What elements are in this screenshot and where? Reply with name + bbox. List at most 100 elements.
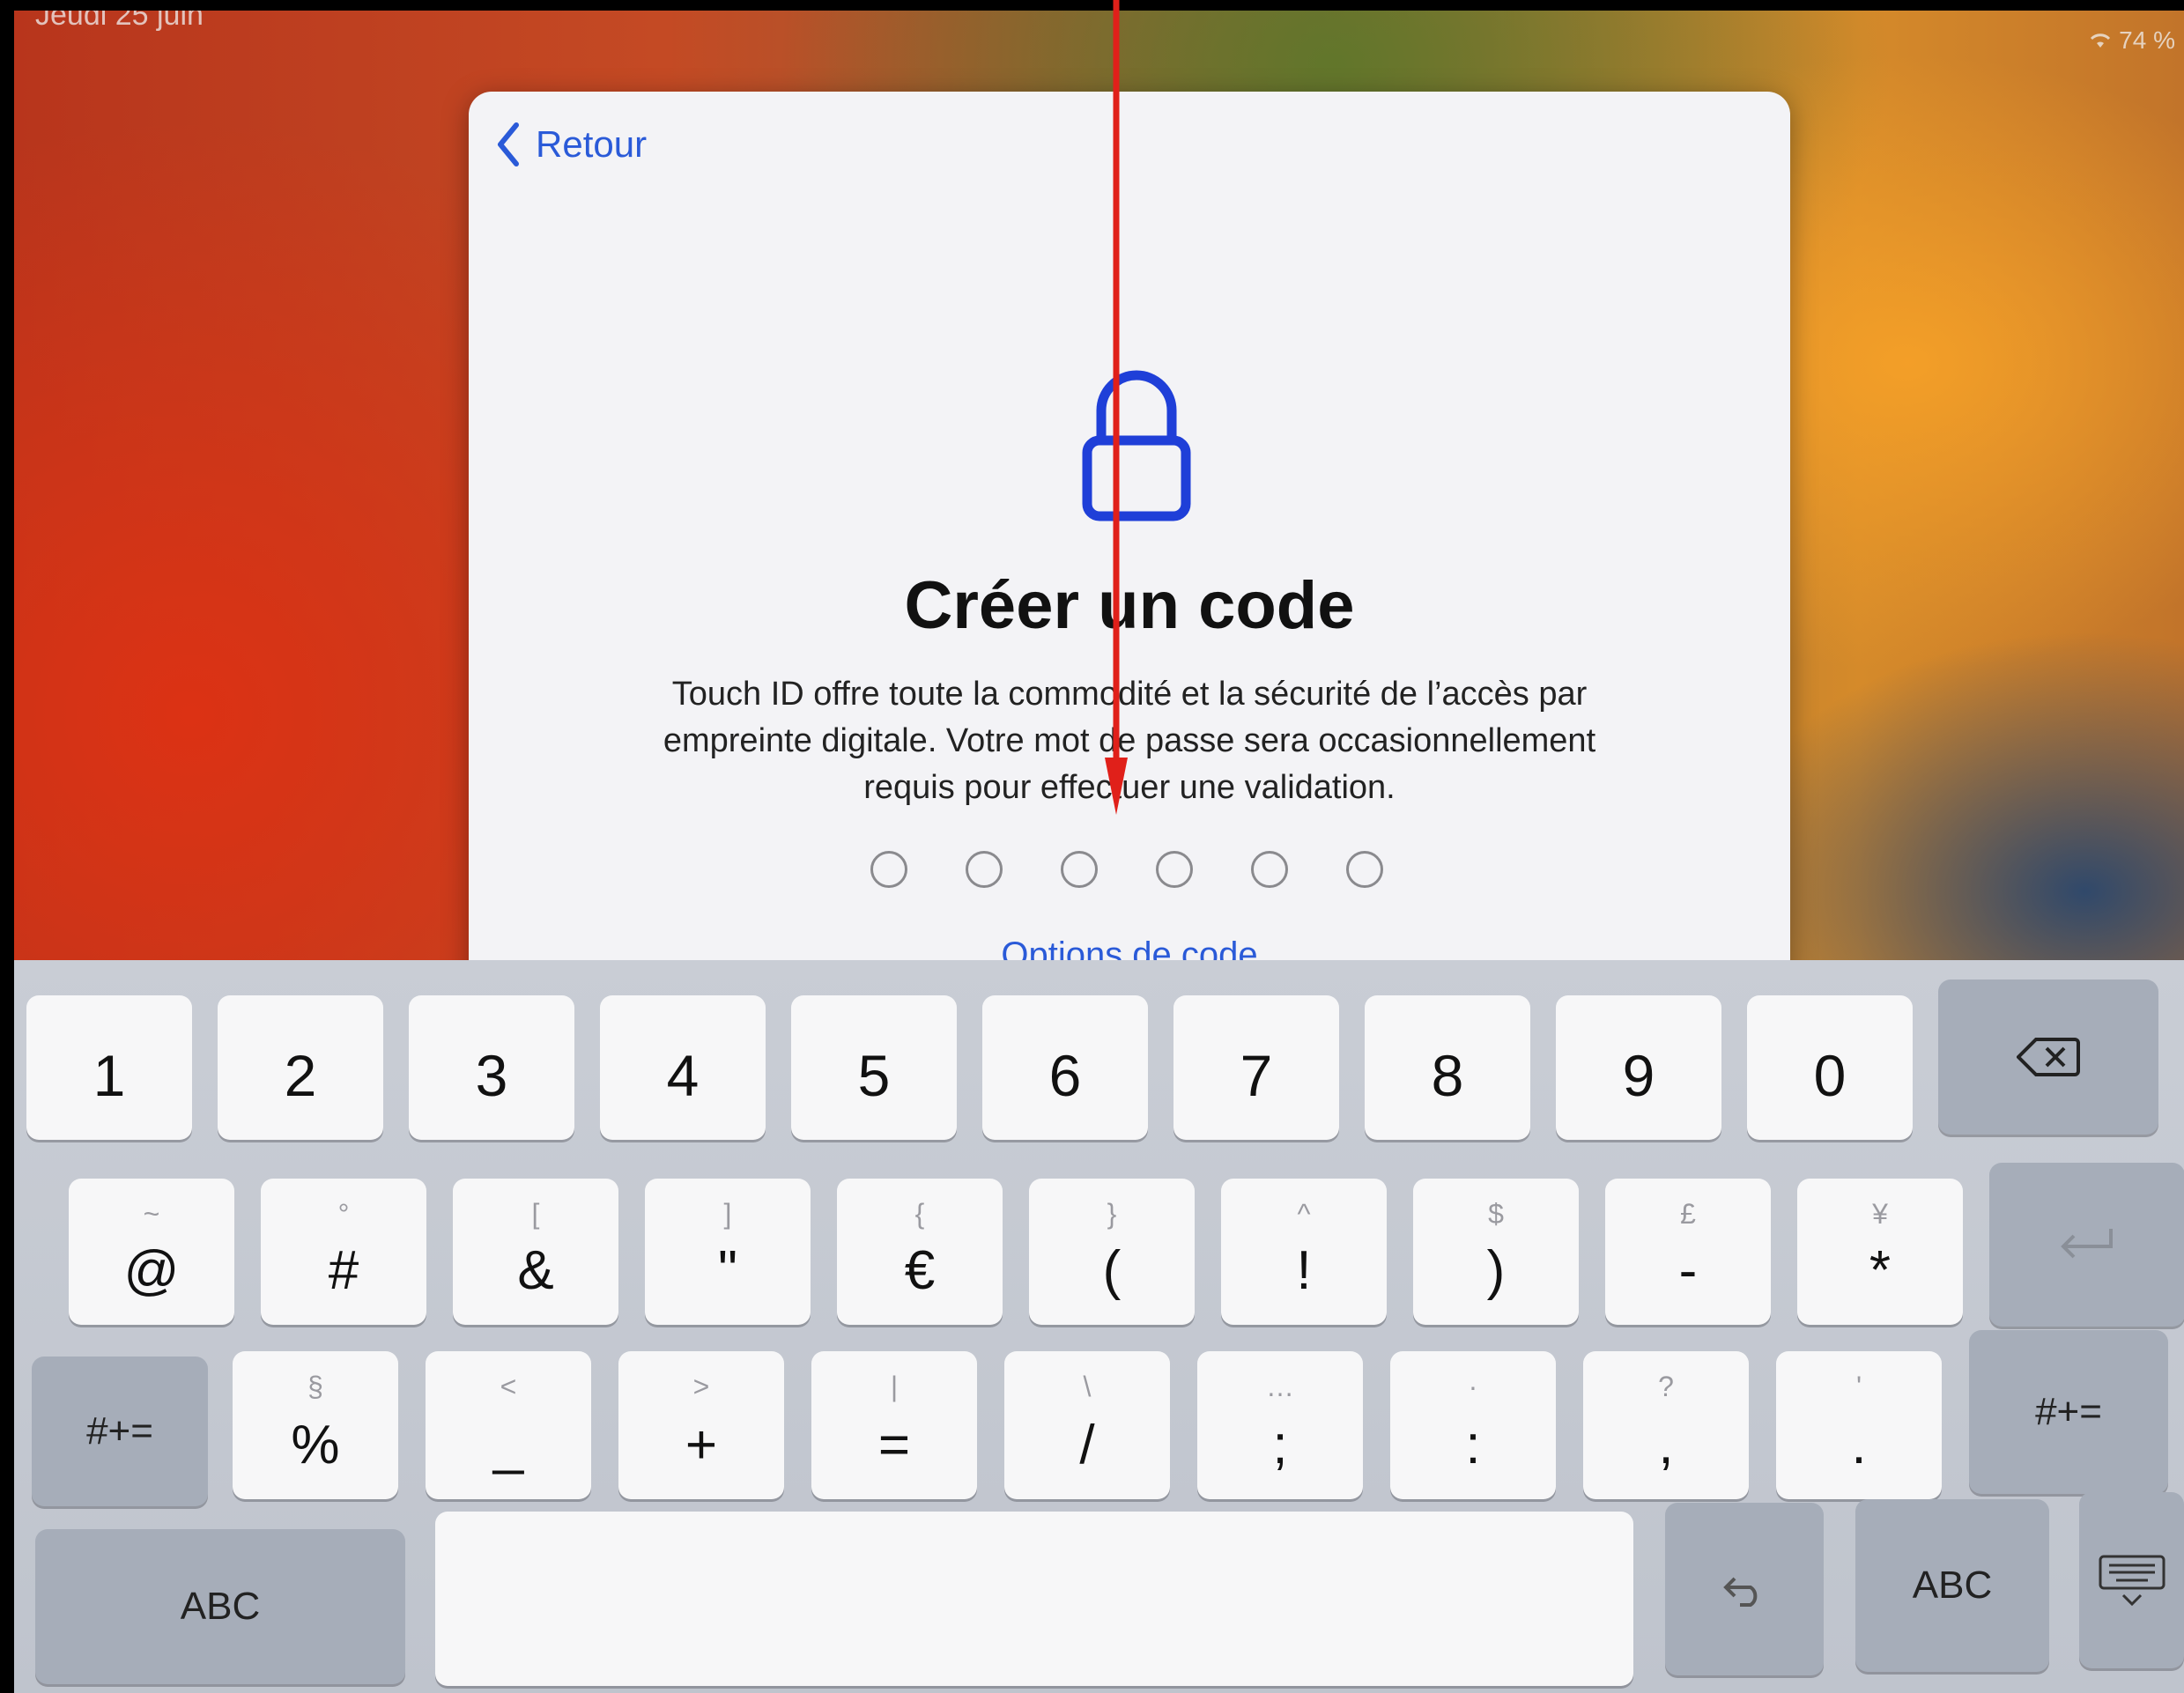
key-secondary-label: | [890, 1371, 899, 1402]
key-symbol[interactable]: $) [1413, 1179, 1579, 1325]
key-symbol[interactable]: £ - [1605, 1179, 1771, 1325]
key-symbol[interactable]: §% [233, 1351, 398, 1499]
key-4[interactable]: 4 [600, 995, 766, 1140]
key-symbol[interactable]: ¥ * [1797, 1179, 1963, 1325]
keyboard-dismiss-key[interactable] [2079, 1492, 2184, 1668]
passcode-dots [870, 851, 1383, 888]
key-label: : [1465, 1415, 1481, 1475]
key-label: 1 [93, 1043, 126, 1108]
key-symbol[interactable]: | = [811, 1351, 977, 1499]
key-secondary-label: ¥ [1872, 1198, 1888, 1230]
key-secondary-label: \ [1083, 1371, 1092, 1402]
key-label: / [1079, 1415, 1095, 1475]
key-symbol[interactable]: ° # [261, 1179, 426, 1325]
return-key[interactable] [1989, 1163, 2184, 1327]
key-secondary-label: $ [1488, 1198, 1504, 1230]
key-symbol[interactable]: '. [1776, 1351, 1942, 1499]
back-label: Retour [536, 123, 648, 165]
key-secondary-label: ? [1658, 1371, 1674, 1402]
delete-key[interactable] [1938, 980, 2158, 1135]
key-symbol[interactable]: ^! [1221, 1179, 1387, 1325]
key-symbol[interactable]: ·: [1390, 1351, 1556, 1499]
space-bar[interactable] [435, 1512, 1633, 1686]
key-label: € [904, 1240, 936, 1301]
key-secondary-label: … [1266, 1371, 1294, 1402]
key-label: 5 [857, 1043, 891, 1108]
page-title: Créer un code [904, 568, 1355, 643]
key-7[interactable]: 7 [1173, 995, 1339, 1140]
key-label: - [1678, 1240, 1698, 1301]
description-text: Touch ID offre toute la commodité et la … [663, 676, 1596, 806]
key-symbol[interactable]: }( [1029, 1179, 1195, 1325]
key-symbol[interactable]: > + [618, 1351, 784, 1499]
key-secondary-label: £ [1680, 1198, 1696, 1230]
passcode-dot [1251, 851, 1288, 888]
chevron-left-icon [498, 122, 519, 166]
key-symbol[interactable]: …; [1197, 1351, 1363, 1499]
back-button[interactable]: Retour [495, 122, 647, 167]
key-1[interactable]: 1 [26, 995, 192, 1140]
key-label: & [517, 1240, 554, 1301]
key-secondary-label: ~ [143, 1198, 160, 1230]
key-8[interactable]: 8 [1365, 995, 1530, 1140]
key-5[interactable]: 5 [791, 995, 957, 1140]
key-symbol[interactable]: ~ @ [69, 1179, 234, 1325]
passcode-dot [1156, 851, 1193, 888]
key-label: ; [1272, 1415, 1288, 1475]
key-label: #+= [2035, 1390, 2102, 1433]
key-3[interactable]: 3 [409, 995, 574, 1140]
key-secondary-label: [ [531, 1198, 540, 1230]
passcode-dot [870, 851, 907, 888]
key-label: 4 [666, 1043, 700, 1108]
key-symbol[interactable]: \ / [1004, 1351, 1170, 1499]
key-label: ABC [1912, 1564, 1993, 1607]
status-right: 74 % [2089, 26, 2175, 55]
key-secondary-label: ^ [1297, 1198, 1311, 1230]
key-secondary-label: < [500, 1371, 517, 1402]
key-symbol[interactable]: ?, [1583, 1351, 1749, 1499]
key-label: " [717, 1240, 737, 1301]
abc-key[interactable]: ABC [1855, 1499, 2049, 1672]
key-label: # [328, 1240, 359, 1301]
undo-key[interactable] [1665, 1503, 1824, 1675]
key-label: 2 [284, 1043, 317, 1108]
symbols-toggle-key[interactable]: #+= [32, 1357, 208, 1506]
key-secondary-label: ] [723, 1198, 732, 1230]
key-label: 3 [475, 1043, 508, 1108]
key-label: ) [1486, 1240, 1506, 1301]
key-secondary-label: § [307, 1371, 323, 1402]
key-label: + [685, 1415, 718, 1475]
key-label: #+= [86, 1409, 153, 1453]
key-label: ABC [180, 1585, 261, 1628]
key-label: = [877, 1415, 911, 1475]
key-label: ( [1102, 1240, 1122, 1301]
key-symbol[interactable]: [& [453, 1179, 618, 1325]
lock-icon [1082, 370, 1191, 521]
key-secondary-label: } [1107, 1198, 1117, 1230]
key-secondary-label: · [1468, 1371, 1478, 1402]
key-label: . [1851, 1415, 1867, 1475]
status-date: Jeudi 25 juin [35, 11, 204, 32]
keyboard-dismiss-icon [2099, 1555, 2165, 1607]
battery-percent: 74 % [2119, 26, 2175, 54]
key-secondary-label: > [692, 1371, 710, 1402]
key-6[interactable]: 6 [982, 995, 1148, 1140]
key-symbol[interactable]: {€ [837, 1179, 1003, 1325]
abc-key[interactable]: ABC [35, 1529, 405, 1684]
key-2[interactable]: 2 [218, 995, 383, 1140]
key-label: _ [492, 1415, 524, 1475]
key-label: 8 [1431, 1043, 1464, 1108]
key-label: 6 [1048, 1043, 1082, 1108]
keyboard: 1 2 3 4 5 6 7 8 9 0 ~ @ ° #[&] "{€}(^! $) £ - ¥ * #+= §% < _ > + |… [14, 960, 2184, 1693]
key-0[interactable]: 0 [1747, 995, 1913, 1140]
delete-icon [2017, 1038, 2080, 1076]
key-9[interactable]: 9 [1556, 995, 1721, 1140]
passcode-dot [966, 851, 1003, 888]
symbols-toggle-key[interactable]: #+= [1969, 1330, 2168, 1494]
key-symbol[interactable]: ] " [645, 1179, 811, 1325]
key-label: 0 [1813, 1043, 1847, 1108]
key-secondary-label: ° [337, 1198, 350, 1230]
key-label: 9 [1622, 1043, 1655, 1108]
key-symbol[interactable]: < _ [426, 1351, 591, 1499]
key-label: 7 [1240, 1043, 1273, 1108]
